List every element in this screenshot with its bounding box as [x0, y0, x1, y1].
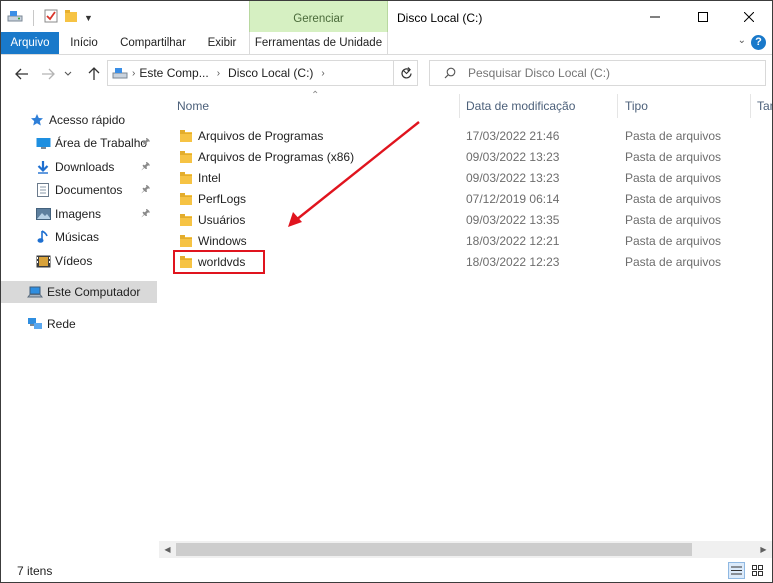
item-count: 7 itens	[17, 564, 53, 578]
scroll-left-icon[interactable]: ◀	[159, 541, 176, 558]
scroll-right-icon[interactable]: ▶	[755, 541, 772, 558]
large-icons-view-icon	[752, 565, 763, 576]
explorer-window: ▼ Gerenciar Disco Local (C:) Arquivo Iní…	[0, 0, 773, 583]
status-bar: 7 itens	[1, 559, 772, 582]
details-view-button[interactable]	[728, 562, 745, 579]
annotation-arrow-icon	[288, 121, 420, 227]
details-view-icon	[731, 566, 742, 575]
horizontal-scrollbar[interactable]: ◀ ▶	[159, 541, 772, 558]
large-icons-view-button[interactable]	[749, 562, 766, 579]
scrollbar-thumb[interactable]	[176, 543, 692, 556]
